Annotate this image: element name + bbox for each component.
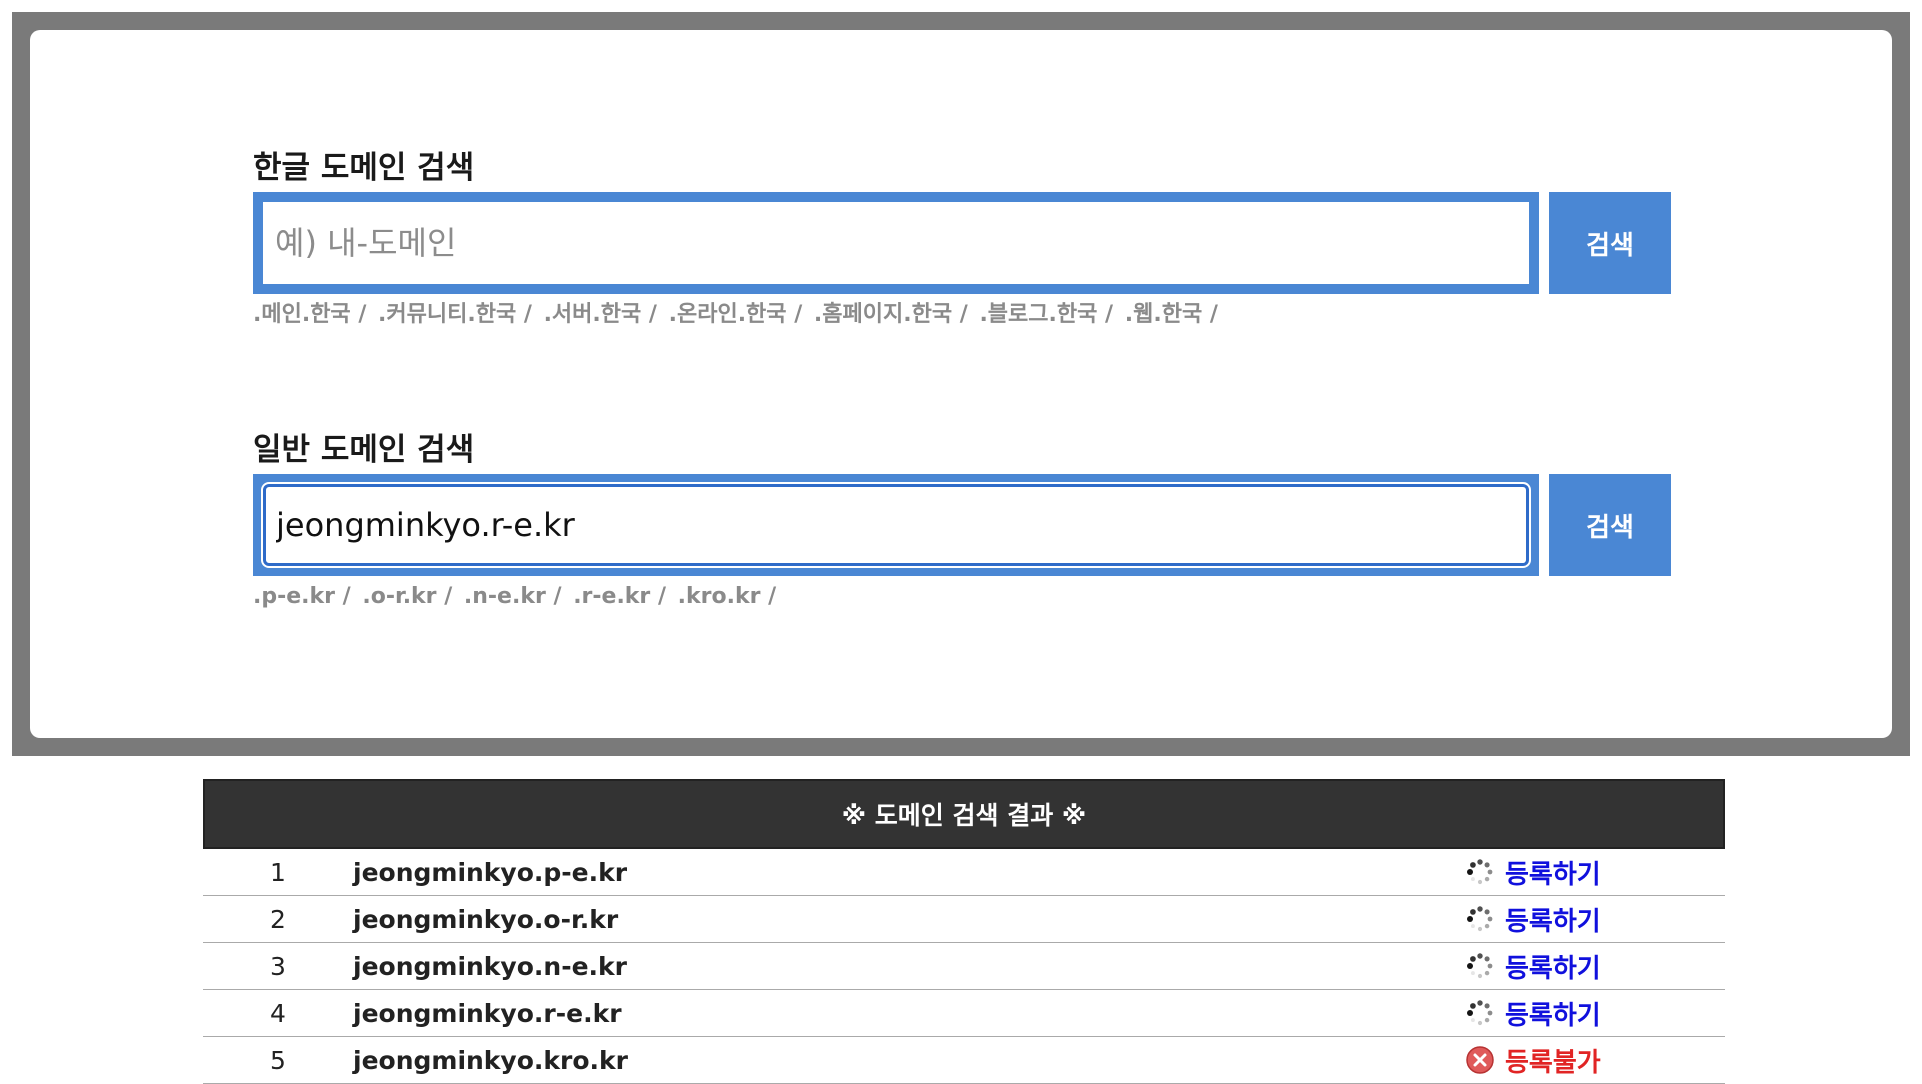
korean-search-button[interactable]: 검색 (1549, 192, 1671, 294)
search-panel-frame: 한글 도메인 검색 검색 .메인.한국 / .커뮤니티.한국 / .서버.한국 … (12, 12, 1910, 756)
row-number: 4 (270, 998, 286, 1028)
general-search-button[interactable]: 검색 (1549, 474, 1671, 576)
loading-spinner-icon (1465, 904, 1495, 934)
tld-item: .r-e.kr / (573, 584, 666, 609)
korean-domain-input[interactable] (263, 202, 1529, 284)
row-number: 5 (270, 1045, 286, 1075)
row-domain: jeongminkyo.kro.kr (353, 1045, 628, 1075)
general-search-title: 일반 도메인 검색 (253, 432, 475, 468)
row-status: 등록하기 (1465, 948, 1725, 985)
tld-item: .홈페이지.한국 / (813, 302, 968, 327)
general-tld-list: .p-e.kr / .o-r.kr / .n-e.kr / .r-e.kr / … (253, 582, 1673, 612)
tld-item: .커뮤니티.한국 / (378, 302, 532, 327)
table-row: 4 jeongminkyo.r-e.kr 등록하기 (203, 990, 1725, 1037)
tld-item: .kro.kr / (677, 584, 777, 609)
row-domain: jeongminkyo.n-e.kr (353, 951, 627, 981)
domain-results-table: ※ 도메인 검색 결과 ※ 1 jeongminkyo.p-e.kr 등록하기 … (203, 779, 1725, 1084)
korean-search-title: 한글 도메인 검색 (253, 150, 475, 186)
general-search-row: 검색 (253, 474, 1673, 576)
register-link[interactable]: 등록하기 (1505, 995, 1601, 1032)
row-domain: jeongminkyo.r-e.kr (353, 998, 622, 1028)
table-row: 3 jeongminkyo.n-e.kr 등록하기 (203, 943, 1725, 990)
loading-spinner-icon (1465, 951, 1495, 981)
general-domain-search-section: 일반 도메인 검색 검색 .p-e.kr / .o-r.kr / .n-e.kr… (253, 430, 1673, 612)
register-link[interactable]: 등록하기 (1505, 948, 1601, 985)
error-x-icon (1465, 1045, 1495, 1075)
tld-item: .p-e.kr / (253, 584, 351, 609)
row-domain: jeongminkyo.o-r.kr (353, 904, 619, 934)
row-number: 2 (270, 904, 286, 934)
row-status: 등록하기 (1465, 995, 1725, 1032)
register-link[interactable]: 등록하기 (1505, 901, 1601, 938)
search-card: 한글 도메인 검색 검색 .메인.한국 / .커뮤니티.한국 / .서버.한국 … (30, 30, 1892, 738)
row-number: 3 (270, 951, 286, 981)
general-domain-input[interactable] (263, 484, 1529, 566)
korean-domain-search-section: 한글 도메인 검색 검색 .메인.한국 / .커뮤니티.한국 / .서버.한국 … (253, 148, 1673, 330)
korean-search-input-wrapper (253, 192, 1539, 294)
table-row: 5 jeongminkyo.kro.kr 등록불가 (203, 1037, 1725, 1084)
unavailable-label[interactable]: 등록불가 (1505, 1042, 1601, 1079)
korean-tld-list: .메인.한국 / .커뮤니티.한국 / .서버.한국 / .온라인.한국 / .… (253, 300, 1673, 330)
row-status: 등록하기 (1465, 901, 1725, 938)
tld-item: .메인.한국 / (253, 302, 367, 327)
row-status: 등록하기 (1465, 854, 1725, 891)
row-status: 등록불가 (1465, 1042, 1725, 1079)
register-link[interactable]: 등록하기 (1505, 854, 1601, 891)
tld-item: .서버.한국 / (543, 302, 657, 327)
table-row: 1 jeongminkyo.p-e.kr 등록하기 (203, 849, 1725, 896)
loading-spinner-icon (1465, 857, 1495, 887)
tld-item: .n-e.kr / (463, 584, 562, 609)
tld-item: .온라인.한국 / (668, 302, 803, 327)
tld-item: .o-r.kr / (362, 584, 453, 609)
loading-spinner-icon (1465, 998, 1495, 1028)
tld-item: .블로그.한국 / (979, 302, 1114, 327)
results-header: ※ 도메인 검색 결과 ※ (203, 779, 1725, 849)
tld-item: .웹.한국 / (1124, 302, 1218, 327)
korean-search-row: 검색 (253, 192, 1673, 294)
row-domain: jeongminkyo.p-e.kr (353, 857, 628, 887)
general-search-input-wrapper (253, 474, 1539, 576)
table-row: 2 jeongminkyo.o-r.kr 등록하기 (203, 896, 1725, 943)
row-number: 1 (270, 857, 286, 887)
